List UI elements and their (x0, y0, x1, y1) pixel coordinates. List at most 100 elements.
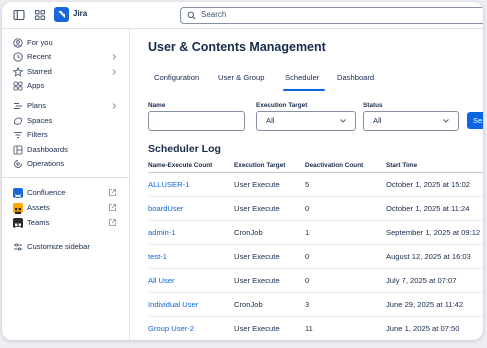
confluence-icon (13, 188, 23, 198)
row-deactivation-count: 1 (305, 228, 310, 237)
row-name-link[interactable]: All User (148, 276, 175, 285)
plans-icon (14, 103, 22, 109)
sidebar-item-label: Spaces (27, 116, 53, 125)
sidebar-toggle-icon[interactable] (13, 9, 25, 21)
app-name[interactable]: Jira (73, 9, 87, 18)
jira-logo-icon[interactable] (54, 7, 69, 22)
row-target: User Execute (234, 324, 280, 333)
dashboard-icon (13, 145, 23, 155)
name-filter-input[interactable] (148, 111, 245, 131)
sidebar-item-filters[interactable]: Filters (2, 128, 129, 142)
sidebar-item-apps[interactable]: Apps (2, 79, 129, 93)
chevron-right-icon[interactable] (110, 101, 118, 111)
sidebar-item-label: Plans (27, 101, 46, 110)
sidebar-item-label: Recent (27, 52, 52, 61)
sidebar-item-label: Confluence (27, 188, 66, 197)
operations-icon (14, 160, 22, 168)
row-deactivation-count: 5 (305, 180, 310, 189)
sidebar-item-label: Operations (27, 159, 65, 168)
sidebar-item-dashboards[interactable]: Dashboards (2, 143, 129, 157)
chevron-down-icon (443, 119, 449, 123)
sidebar-item-plans[interactable]: Plans (2, 99, 129, 113)
external-link-icon[interactable] (108, 203, 117, 212)
assets-icon (13, 203, 23, 214)
chevron-right-icon[interactable] (110, 52, 118, 62)
apps-icon (13, 81, 23, 91)
user-circle-icon (13, 38, 23, 48)
column-header-name: Name-Execute Count (148, 162, 213, 169)
tab-user-group[interactable]: User & Group (218, 73, 264, 82)
table-row: Individual User CronJob 3 June 29, 2025 … (148, 293, 483, 317)
execution-target-select[interactable]: All (256, 111, 356, 131)
chevron-right-icon[interactable] (110, 67, 118, 77)
active-tab-indicator (283, 89, 325, 91)
row-target: User Execute (234, 204, 280, 213)
row-target: CronJob (234, 228, 263, 237)
row-name-link[interactable]: ALLUSER-1 (148, 180, 189, 189)
sidebar-item-label: Filters (27, 130, 48, 139)
search-button-label: Se (473, 116, 483, 125)
sidebar-item-label: Apps (27, 81, 45, 90)
row-deactivation-count: 0 (305, 204, 310, 213)
sidebar-item-for-you[interactable]: For you (2, 36, 129, 50)
column-header-deactivation: Deactivation Count (305, 162, 364, 169)
sidebar-item-label: Dashboards (27, 145, 68, 154)
row-start-time: July 7, 2025 at 07:07 (386, 276, 457, 285)
sidebar-divider (2, 177, 129, 178)
row-target: User Execute (234, 252, 280, 261)
external-link-icon[interactable] (108, 188, 117, 197)
tab-scheduler[interactable]: Scheduler (285, 73, 319, 82)
status-label: Status (363, 102, 383, 109)
table-row: Group User-2 User Execute 11 June 1, 202… (148, 317, 483, 340)
row-name-link[interactable]: Individual User (148, 300, 198, 309)
row-name-link[interactable]: test-1 (148, 252, 167, 261)
sidebar-item-assets[interactable]: Assets (2, 201, 129, 215)
row-target: User Execute (234, 180, 280, 189)
column-header-target: Execution Target (234, 162, 286, 169)
status-select[interactable]: All (363, 111, 459, 131)
row-start-time: September 1, 2025 at 09:12 (386, 228, 481, 237)
chevron-down-icon (340, 119, 346, 123)
row-start-time: June 29, 2025 at 11:42 (386, 300, 464, 309)
row-deactivation-count: 3 (305, 300, 310, 309)
main-content: User & Contents Management Configuration… (130, 29, 483, 340)
global-search-input[interactable]: Search (180, 7, 483, 24)
row-name-link[interactable]: Group User-2 (148, 324, 194, 333)
sidebar-item-customize[interactable]: Customize sidebar (2, 240, 129, 254)
row-target: User Execute (234, 276, 280, 285)
app-switcher-icon[interactable] (34, 9, 46, 21)
external-link-icon[interactable] (108, 218, 117, 227)
sidebar-item-starred[interactable]: Starred (2, 65, 129, 79)
row-deactivation-count: 0 (305, 276, 310, 285)
sidebar-item-label: Assets (27, 203, 50, 212)
sidebar-item-confluence[interactable]: Confluence (2, 186, 129, 200)
sidebar-item-label: Customize sidebar (27, 242, 90, 251)
table-row: admin-1 CronJob 1 September 1, 2025 at 0… (148, 221, 483, 245)
spaces-icon (14, 117, 22, 125)
top-navigation-bar: Jira Search (2, 2, 483, 29)
row-target: CronJob (234, 300, 263, 309)
execution-target-value: All (266, 116, 275, 125)
row-deactivation-count: 11 (305, 324, 313, 333)
sidebar-item-label: Teams (27, 218, 50, 227)
teams-icon (13, 218, 23, 229)
sidebar-item-operations[interactable]: Operations (2, 157, 129, 171)
scheduler-log-title: Scheduler Log (148, 143, 221, 155)
sidebar-item-spaces[interactable]: Spaces (2, 114, 129, 128)
sidebar-item-recent[interactable]: Recent (2, 50, 129, 64)
status-value: All (373, 116, 382, 125)
row-name-link[interactable]: admin-1 (148, 228, 175, 237)
row-start-time: August 12, 2025 at 16:03 (386, 252, 471, 261)
app-window: Jira Search For you Recent Starred Apps … (2, 2, 483, 340)
search-button[interactable]: Se (467, 112, 483, 129)
tab-bar: Configuration User & Group Scheduler Das… (148, 71, 483, 91)
filter-icon (14, 132, 22, 138)
sidebar-item-teams[interactable]: Teams (2, 216, 129, 230)
search-placeholder: Search (201, 10, 227, 19)
row-name-link[interactable]: boardUser (148, 204, 183, 213)
tab-configuration[interactable]: Configuration (154, 73, 199, 82)
tab-dashboard[interactable]: Dashboard (337, 73, 374, 82)
customize-icon (14, 243, 22, 251)
search-icon (187, 11, 196, 20)
star-icon (13, 67, 23, 77)
